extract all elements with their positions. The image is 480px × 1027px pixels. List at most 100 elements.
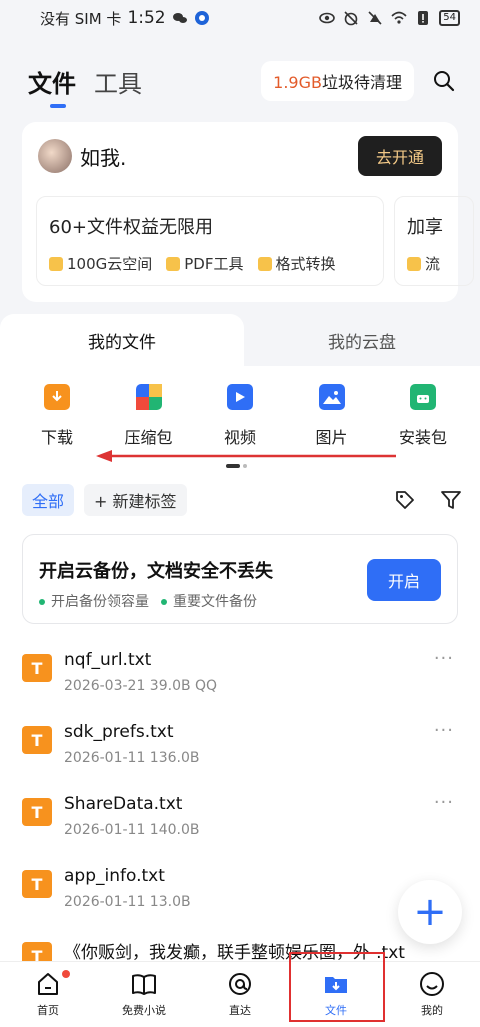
file-name: app_info.txt bbox=[64, 866, 165, 886]
archive-icon bbox=[135, 384, 162, 410]
file-name: sdk_prefs.txt bbox=[64, 722, 174, 742]
benefit-chip-convert: 格式转换 bbox=[257, 253, 336, 274]
category-apk[interactable]: 安装包 bbox=[388, 384, 458, 450]
time-text: 1:52 bbox=[127, 8, 166, 28]
txt-file-icon: T bbox=[22, 726, 52, 754]
eye-icon bbox=[319, 12, 336, 24]
nav-label: 我的 bbox=[421, 1004, 443, 1017]
txt-file-icon: T bbox=[22, 798, 52, 826]
txt-file-icon: T bbox=[22, 870, 52, 898]
new-tag-button[interactable]: + 新建标签 bbox=[84, 484, 187, 516]
backup-benefit-text: 重要文件备份 bbox=[173, 594, 257, 610]
benefit-chip-cloud: 100G云空间 bbox=[49, 253, 152, 274]
username: 如我. bbox=[80, 145, 127, 170]
category-archive[interactable]: 压缩包 bbox=[114, 384, 184, 450]
tab-tools[interactable]: 工具 bbox=[94, 64, 142, 99]
pdf-icon bbox=[166, 256, 181, 271]
nav-direct[interactable]: 直达 bbox=[192, 962, 288, 1027]
tab-my-cloud[interactable]: 我的云盘 bbox=[244, 314, 480, 366]
search-icon bbox=[434, 71, 455, 92]
status-bar: 没有 SIM 卡 1:52 54 bbox=[0, 0, 480, 36]
category-image[interactable]: 图片 bbox=[297, 384, 367, 450]
nav-home[interactable]: 首页 bbox=[0, 962, 96, 1027]
benefit-card[interactable]: 60+文件权益无限用 100G云空间 PDF工具 格式转换 bbox=[36, 196, 384, 286]
filter-icon[interactable] bbox=[440, 489, 462, 511]
category-download[interactable]: 下载 bbox=[22, 384, 92, 450]
file-list: T nqf_url.txt 2026-03-21 39.0B QQ ··· T … bbox=[22, 646, 458, 964]
download-icon bbox=[44, 384, 70, 410]
junk-clean-button[interactable]: 1.9GB垃圾待清理 bbox=[261, 61, 414, 101]
file-meta: 2026-03-21 39.0B QQ bbox=[64, 678, 218, 694]
nav-mine[interactable]: 我的 bbox=[384, 962, 480, 1027]
swipe-arrow-annotation bbox=[96, 450, 396, 462]
benefit-chip-pdf: PDF工具 bbox=[166, 253, 244, 274]
smile-icon bbox=[420, 972, 444, 996]
chip-label: PDF工具 bbox=[184, 255, 244, 273]
file-meta: 2026-01-11 140.0B bbox=[64, 822, 200, 838]
page-dot-active bbox=[226, 464, 240, 468]
list-item[interactable]: T 《你贩剑，我发癫，联手整顿娱乐圈，外-.txt bbox=[22, 934, 458, 964]
cloud-icon bbox=[49, 256, 63, 271]
search-button[interactable] bbox=[428, 65, 460, 97]
open-vip-button[interactable]: 去开通 bbox=[357, 136, 442, 176]
benefit2-title: 加享 bbox=[407, 217, 443, 238]
list-item[interactable]: T app_info.txt 2026-01-11 13.0B bbox=[22, 862, 458, 934]
top-bar: 文件 工具 1.9GB垃圾待清理 bbox=[28, 56, 460, 108]
page-dot bbox=[243, 464, 247, 468]
carrier-text: 没有 SIM 卡 bbox=[40, 9, 122, 28]
junk-amount: 1.9GB bbox=[273, 73, 322, 92]
benefit-title: 60+文件权益无限用 bbox=[49, 217, 213, 238]
active-tab-indicator bbox=[50, 103, 66, 108]
list-item[interactable]: T nqf_url.txt 2026-03-21 39.0B QQ ··· bbox=[22, 646, 458, 718]
list-item[interactable]: T ShareData.txt 2026-01-11 140.0B ··· bbox=[22, 790, 458, 862]
nav-label: 免费小说 bbox=[122, 1004, 166, 1017]
filter-all-chip[interactable]: 全部 bbox=[22, 484, 75, 516]
more-options-icon[interactable]: ··· bbox=[434, 792, 454, 813]
nav-label: 直达 bbox=[229, 1004, 251, 1017]
highlight-annotation-box bbox=[289, 952, 385, 1022]
mute-icon bbox=[368, 11, 382, 25]
page-indicator bbox=[226, 464, 247, 468]
file-name: nqf_url.txt bbox=[64, 650, 152, 670]
home-icon bbox=[38, 973, 58, 995]
enable-backup-button[interactable]: 开启 bbox=[367, 559, 441, 601]
battery-indicator: 54 bbox=[439, 10, 460, 26]
tab-my-files[interactable]: 我的文件 bbox=[0, 314, 244, 366]
category-label: 图片 bbox=[315, 428, 348, 447]
tab-files[interactable]: 文件 bbox=[28, 64, 76, 108]
add-fab-button[interactable]: + bbox=[398, 880, 462, 944]
app-status-icon bbox=[194, 11, 209, 25]
plus-icon: + bbox=[413, 889, 447, 935]
list-item[interactable]: T sdk_prefs.txt 2026-01-11 136.0B ··· bbox=[22, 718, 458, 790]
benefit-card-2[interactable]: 加享 流 bbox=[394, 196, 474, 286]
image-icon bbox=[318, 384, 345, 410]
avatar[interactable] bbox=[38, 139, 72, 173]
tag-icon[interactable] bbox=[394, 489, 416, 511]
chip-label: 格式转换 bbox=[275, 255, 336, 273]
file-meta: 2026-01-11 13.0B bbox=[64, 894, 191, 910]
bottom-nav: 首页 免费小说 直达 文件 我的 bbox=[0, 961, 480, 1027]
chip-label: 流 bbox=[425, 255, 441, 273]
category-label: 视频 bbox=[223, 428, 256, 447]
filter-bar: 全部 + 新建标签 bbox=[22, 484, 462, 516]
alert-icon bbox=[418, 11, 429, 25]
backup-benefit-1: 开启备份领容量 bbox=[39, 591, 149, 611]
files-content: 下载 压缩包 视频 图片 安装包 全部 + 新建标签 开启云备份，文档安全不丢失… bbox=[0, 366, 480, 964]
benefit2-chip: 流 bbox=[407, 253, 440, 274]
tab-files-label: 文件 bbox=[28, 69, 76, 98]
alarm-off-icon bbox=[344, 11, 358, 26]
category-video[interactable]: 视频 bbox=[205, 384, 275, 450]
apk-icon bbox=[410, 384, 436, 410]
wifi-icon bbox=[391, 11, 407, 24]
nav-free-novel[interactable]: 免费小说 bbox=[96, 962, 192, 1027]
category-row: 下载 压缩包 视频 图片 安装包 bbox=[22, 384, 458, 450]
txt-file-icon: T bbox=[22, 654, 52, 682]
more-options-icon[interactable]: ··· bbox=[434, 720, 454, 741]
more-options-icon[interactable]: ··· bbox=[434, 648, 454, 669]
flow-icon bbox=[407, 256, 421, 271]
junk-text: 垃圾待清理 bbox=[321, 73, 402, 92]
chip-label: 100G云空间 bbox=[67, 255, 153, 273]
category-label: 下载 bbox=[40, 428, 73, 447]
file-source-switch: 我的文件 我的云盘 bbox=[0, 314, 480, 366]
backup-title: 开启云备份，文档安全不丢失 bbox=[39, 561, 273, 582]
